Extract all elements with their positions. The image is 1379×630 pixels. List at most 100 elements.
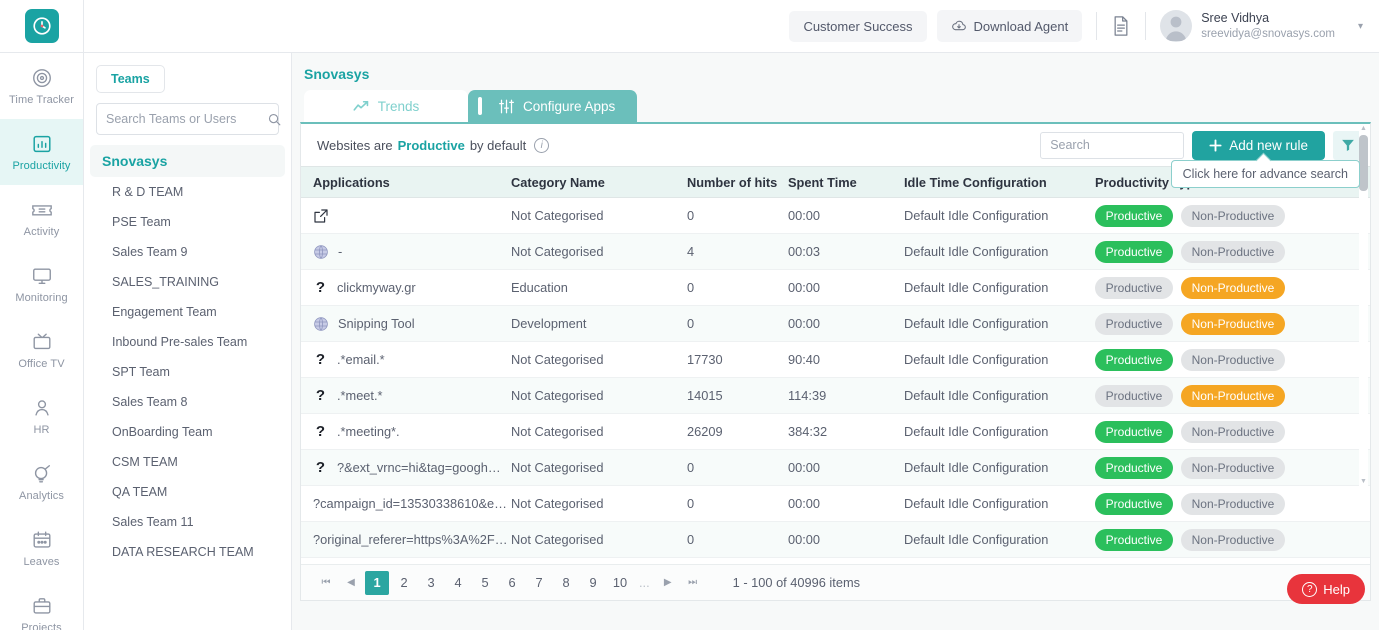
non-productive-badge[interactable]: Non-Productive bbox=[1181, 420, 1285, 443]
scrollbar-thumb[interactable] bbox=[1359, 135, 1368, 191]
page-button-8[interactable]: 8 bbox=[554, 571, 578, 595]
user-menu[interactable]: Sree Vidhya sreevidya@snovasys.com ▾ bbox=[1160, 10, 1363, 42]
list-item[interactable]: Engagement Team bbox=[84, 297, 291, 327]
non-productive-badge[interactable]: Non-Productive bbox=[1181, 456, 1285, 479]
list-item[interactable]: DATA RESEARCH TEAM bbox=[84, 537, 291, 567]
non-productive-badge[interactable]: Non-Productive bbox=[1181, 312, 1285, 335]
table-row[interactable]: ? .*email.* Not Categorised 17730 90:40 Defau… bbox=[301, 342, 1370, 378]
list-item[interactable]: Sales Team 9 bbox=[84, 237, 291, 267]
team-search-box[interactable] bbox=[96, 103, 282, 135]
cell-productivity-type: Productive Non-Productive bbox=[1095, 204, 1370, 227]
table-row[interactable]: ? ?&ext_vrnc=hi&tag=googh… Not Categorised… bbox=[301, 450, 1370, 486]
page-button-4[interactable]: 4 bbox=[446, 571, 470, 595]
non-productive-badge[interactable]: Non-Productive bbox=[1181, 348, 1285, 371]
list-item[interactable]: Sales Team 8 bbox=[84, 387, 291, 417]
page-button-1[interactable]: 1 bbox=[365, 570, 389, 595]
page-button-9[interactable]: 9 bbox=[581, 571, 605, 595]
next-page-icon[interactable]: ▶ bbox=[657, 577, 679, 588]
table-row[interactable]: Snipping Tool Development 0 00:00 Default Id… bbox=[301, 306, 1370, 342]
search-input[interactable] bbox=[1040, 131, 1185, 159]
info-icon[interactable]: i bbox=[534, 137, 550, 153]
list-item[interactable]: PSE Team bbox=[84, 207, 291, 237]
svg-text:?: ? bbox=[316, 387, 325, 404]
sidebar-item-projects[interactable]: Projects bbox=[0, 581, 83, 630]
tab-trends[interactable]: Trends bbox=[304, 90, 468, 122]
page-button-10[interactable]: 10 bbox=[608, 571, 632, 595]
page-button-2[interactable]: 2 bbox=[392, 571, 416, 595]
page-button-6[interactable]: 6 bbox=[500, 571, 524, 595]
table-row[interactable]: ProductiveNon-Productive bbox=[301, 558, 1370, 560]
non-productive-badge[interactable]: Non-Productive bbox=[1181, 276, 1285, 299]
scroll-down-icon[interactable]: ▼ bbox=[1360, 477, 1367, 486]
first-page-icon[interactable]: ⏮ bbox=[315, 577, 337, 588]
filter-button[interactable] bbox=[1333, 130, 1362, 160]
table-row[interactable]: ? .*meet.* Not Categorised 14015 114:39 Defau… bbox=[301, 378, 1370, 414]
prev-page-icon[interactable]: ◀ bbox=[340, 577, 362, 588]
productive-badge[interactable]: Productive bbox=[1095, 384, 1173, 407]
table-row[interactable]: ?original_referer=https%3A%2F… Not Catego… bbox=[301, 522, 1370, 558]
cloud-download-icon bbox=[951, 18, 967, 34]
teams-tab[interactable]: Teams bbox=[96, 65, 165, 93]
sidebar-item-productivity[interactable]: Productivity bbox=[0, 119, 83, 185]
list-item[interactable]: R & D TEAM bbox=[84, 177, 291, 207]
page-button-5[interactable]: 5 bbox=[473, 571, 497, 595]
sidebar-item-analytics[interactable]: Analytics bbox=[0, 449, 83, 515]
non-productive-badge[interactable]: Non-Productive bbox=[1181, 528, 1285, 551]
cell-spent-time: 00:00 bbox=[788, 532, 821, 547]
productive-badge[interactable]: Productive bbox=[1095, 528, 1173, 551]
table-row[interactable]: ? .*meeting*. Not Categorised 26209 384:32 De… bbox=[301, 414, 1370, 450]
productive-badge[interactable]: Productive bbox=[1095, 312, 1173, 335]
search-icon bbox=[267, 112, 282, 127]
non-productive-badge[interactable]: Non-Productive bbox=[1181, 204, 1285, 227]
tab-configure-apps[interactable]: Configure Apps bbox=[468, 90, 638, 122]
productive-badge[interactable]: Productive bbox=[1095, 420, 1173, 443]
scroll-up-icon[interactable]: ▲ bbox=[1360, 124, 1367, 133]
list-item[interactable]: OnBoarding Team bbox=[84, 417, 291, 447]
list-item[interactable]: CSM TEAM bbox=[84, 447, 291, 477]
cell-application: ? ?&ext_vrnc=hi&tag=googh… bbox=[301, 459, 511, 476]
list-item[interactable]: Sales Team 11 bbox=[84, 507, 291, 537]
chevron-down-icon[interactable]: ▾ bbox=[1358, 21, 1363, 32]
non-productive-badge[interactable]: Non-Productive bbox=[1181, 240, 1285, 263]
table-row[interactable]: - Not Categorised 4 00:03 Default Idle Confi… bbox=[301, 234, 1370, 270]
productive-badge[interactable]: Productive bbox=[1095, 240, 1173, 263]
team-org-snovasys[interactable]: Snovasys bbox=[90, 145, 285, 177]
sidebar-item-leaves[interactable]: Leaves bbox=[0, 515, 83, 581]
table-scrollbar[interactable]: ▲ ▼ bbox=[1359, 124, 1368, 486]
add-new-rule-label: Add new rule bbox=[1229, 137, 1308, 153]
cell-number-of-hits: 0 bbox=[687, 532, 695, 547]
list-item[interactable]: SPT Team bbox=[84, 357, 291, 387]
page-button-7[interactable]: 7 bbox=[527, 571, 551, 595]
sidebar-item-hr[interactable]: HR bbox=[0, 383, 83, 449]
productive-badge[interactable]: Productive bbox=[1095, 492, 1173, 515]
productive-badge[interactable]: Productive bbox=[1095, 456, 1173, 479]
tab-label: Configure Apps bbox=[523, 98, 616, 114]
sidebar-item-office-tv[interactable]: Office TV bbox=[0, 317, 83, 383]
tab-label: Trends bbox=[377, 98, 420, 114]
table-row[interactable]: ?campaign_id=13530338610&e… Not Categoris… bbox=[301, 486, 1370, 522]
list-item[interactable]: SALES_TRAINING bbox=[84, 267, 291, 297]
help-button[interactable]: ? Help bbox=[1287, 574, 1365, 604]
document-icon[interactable] bbox=[1111, 15, 1131, 37]
sidebar-item-time-tracker[interactable]: Time Tracker bbox=[0, 53, 83, 119]
list-item[interactable]: QA TEAM bbox=[84, 477, 291, 507]
non-productive-badge[interactable]: Non-Productive bbox=[1181, 492, 1285, 515]
page-button-3[interactable]: 3 bbox=[419, 571, 443, 595]
customer-success-button[interactable]: Customer Success bbox=[789, 10, 927, 42]
table-row[interactable]: ? clickmyway.gr Education 0 00:00 Default Idl… bbox=[301, 270, 1370, 306]
app-logo[interactable] bbox=[0, 0, 84, 53]
productive-badge[interactable]: Productive bbox=[1095, 276, 1173, 299]
search-teams-input[interactable] bbox=[106, 112, 267, 126]
list-item[interactable]: Inbound Pre-sales Team bbox=[84, 327, 291, 357]
download-agent-button[interactable]: Download Agent bbox=[936, 10, 1083, 42]
last-page-icon[interactable]: ⏭ bbox=[682, 577, 704, 588]
scrollbar-track[interactable] bbox=[1359, 133, 1368, 477]
sidebar-item-activity[interactable]: Activity bbox=[0, 185, 83, 251]
sidebar-item-monitoring[interactable]: Monitoring bbox=[0, 251, 83, 317]
productive-badge[interactable]: Productive bbox=[1095, 204, 1173, 227]
productive-badge[interactable]: Productive bbox=[1095, 348, 1173, 371]
add-new-rule-button[interactable]: Add new rule bbox=[1192, 130, 1325, 160]
table-row[interactable]: Not Categorised 0 00:00 Default Idle Config… bbox=[301, 198, 1370, 234]
cell-idle-configuration: Default Idle Configuration bbox=[904, 496, 1049, 511]
non-productive-badge[interactable]: Non-Productive bbox=[1181, 384, 1285, 407]
